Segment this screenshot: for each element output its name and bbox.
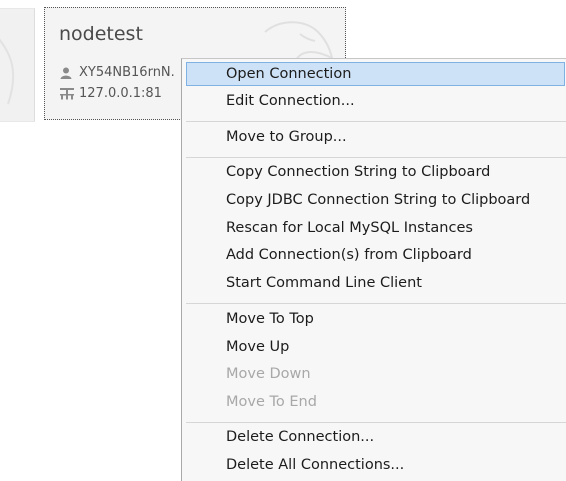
- menu-item-move-to-group[interactable]: Move to Group...: [186, 125, 566, 149]
- connection-user-row: XY54NB16rnN.: [59, 65, 175, 80]
- menu-item-move-to-end: Move To End: [226, 394, 317, 410]
- menu-separator: [186, 121, 566, 122]
- menu-separator: [186, 422, 566, 423]
- network-icon: [59, 87, 75, 101]
- menu-item-rescan-local[interactable]: Rescan for Local MySQL Instances: [186, 216, 566, 240]
- menu-item-open-connection[interactable]: Open Connection: [186, 62, 565, 86]
- connection-host: 127.0.0.1:81: [79, 86, 162, 101]
- menu-item-delete-all[interactable]: Delete All Connections...: [186, 453, 566, 477]
- menu-item-move-down: Move Down: [226, 366, 311, 382]
- menu-item-add-from-clipboard[interactable]: Add Connection(s) from Clipboard: [186, 243, 566, 267]
- menu-item-delete-connection[interactable]: Delete Connection...: [186, 425, 566, 449]
- menu-item-start-cli[interactable]: Start Command Line Client: [186, 271, 566, 295]
- connection-user: XY54NB16rnN.: [79, 65, 175, 80]
- connection-name: nodetest: [59, 23, 143, 45]
- menu-item-copy-jdbc-string[interactable]: Copy JDBC Connection String to Clipboard: [186, 188, 566, 212]
- menu-item-edit-connection[interactable]: Edit Connection...: [186, 89, 566, 113]
- user-icon: [59, 66, 75, 80]
- menu-separator: [186, 303, 566, 304]
- menu-item-move-to-top[interactable]: Move To Top: [186, 307, 566, 331]
- menu-item-move-up[interactable]: Move Up: [186, 335, 566, 359]
- previous-connection-tile[interactable]: [0, 8, 35, 122]
- dolphin-watermark-icon: [0, 38, 15, 105]
- menu-item-copy-connection-string[interactable]: Copy Connection String to Clipboard: [186, 160, 566, 184]
- connection-host-row: 127.0.0.1:81: [59, 86, 162, 101]
- connection-context-menu: Open Connection Edit Connection... Move …: [181, 58, 566, 481]
- workbench-home: nodetest XY54NB16rnN. 127.0.0.1:81 Open …: [0, 0, 566, 481]
- menu-separator: [186, 157, 566, 158]
